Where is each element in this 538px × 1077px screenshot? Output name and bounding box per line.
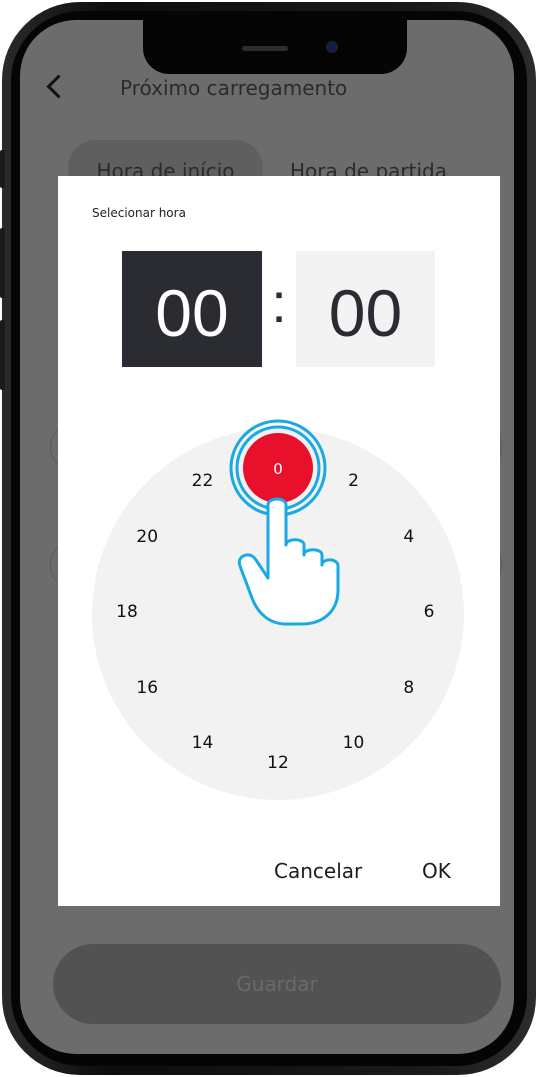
hour-display[interactable]: 00 [122, 251, 262, 367]
dial-hour-18[interactable]: 18 [109, 602, 145, 626]
side-button-mute [0, 150, 5, 188]
dialog-title: Selecionar hora [92, 206, 186, 220]
dial-hour-22[interactable]: 22 [185, 471, 221, 495]
minute-display[interactable]: 00 [296, 251, 435, 367]
hour-dial[interactable]: 2 4 6 8 10 12 14 16 18 20 22 [92, 428, 464, 800]
speaker-grille [242, 46, 288, 51]
time-separator: : [271, 271, 287, 334]
save-button[interactable]: Guardar [53, 944, 501, 1024]
dial-hour-10[interactable]: 10 [336, 733, 372, 757]
side-button-volume-down [0, 320, 5, 390]
cancel-button[interactable]: Cancelar [274, 859, 362, 883]
front-camera [326, 41, 338, 53]
back-arrow-icon[interactable] [46, 74, 71, 99]
dial-hour-12[interactable]: 12 [260, 753, 296, 777]
dial-hour-4[interactable]: 4 [391, 527, 427, 551]
dial-hour-20[interactable]: 20 [129, 527, 165, 551]
dial-hour-14[interactable]: 14 [185, 733, 221, 757]
time-picker-dialog: Selecionar hora 00 : 00 2 4 6 8 10 12 14 16 18 20… [58, 176, 500, 906]
dial-hour-2[interactable]: 2 [336, 471, 372, 495]
dial-hour-16[interactable]: 16 [129, 678, 165, 702]
side-button-volume-up [0, 228, 5, 298]
ok-button[interactable]: OK [422, 859, 451, 883]
page-title: Próximo carregamento [120, 76, 348, 100]
dial-hour-8[interactable]: 8 [391, 678, 427, 702]
notch [143, 20, 407, 74]
dial-hour-6[interactable]: 6 [411, 602, 447, 626]
